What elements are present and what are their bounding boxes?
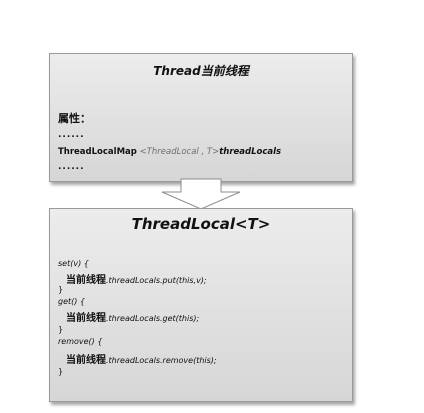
threadlocals-field: ThreadLocalMap <ThreadLocal , T>threadLo… <box>58 147 281 157</box>
down-arrow-icon <box>161 178 241 210</box>
current-thread-label: 当前线程 <box>66 355 106 366</box>
method-get-body: 当前线程.threadLocals.get(this); <box>66 309 199 324</box>
attributes-label: 属性： <box>58 112 91 125</box>
method-remove-signature: remove() { <box>58 337 103 346</box>
current-thread-label: 当前线程 <box>66 313 106 324</box>
method-remove-body: 当前线程.threadLocals.remove(this); <box>66 351 217 366</box>
method-set-close: } <box>58 285 64 294</box>
method-remove-close: } <box>58 367 64 376</box>
method-set-call: .threadLocals.put(this,v); <box>106 276 207 285</box>
method-get-call: .threadLocals.get(this); <box>106 314 200 323</box>
thread-box: Thread当前线程 属性： ...... ThreadLocalMap <Th… <box>49 53 353 182</box>
ellipsis-bottom: ...... <box>58 162 85 172</box>
field-generic: <ThreadLocal , T> <box>139 147 220 157</box>
method-get-signature: get() { <box>58 297 86 306</box>
thread-box-title: Thread当前线程 <box>153 64 249 78</box>
method-set-signature: set(v) { <box>58 259 89 268</box>
threadlocal-box: ThreadLocal<T> set(v) { 当前线程.threadLocal… <box>49 208 353 402</box>
field-type: ThreadLocalMap <box>58 147 137 157</box>
current-thread-label: 当前线程 <box>66 275 106 286</box>
ellipsis-top: ...... <box>58 130 85 140</box>
method-set-body: 当前线程.threadLocals.put(this,v); <box>66 271 207 286</box>
method-get-close: } <box>58 325 64 334</box>
field-name: threadLocals <box>219 147 282 157</box>
method-remove-call: .threadLocals.remove(this); <box>106 356 217 365</box>
threadlocal-box-title: ThreadLocal<T> <box>131 215 271 233</box>
